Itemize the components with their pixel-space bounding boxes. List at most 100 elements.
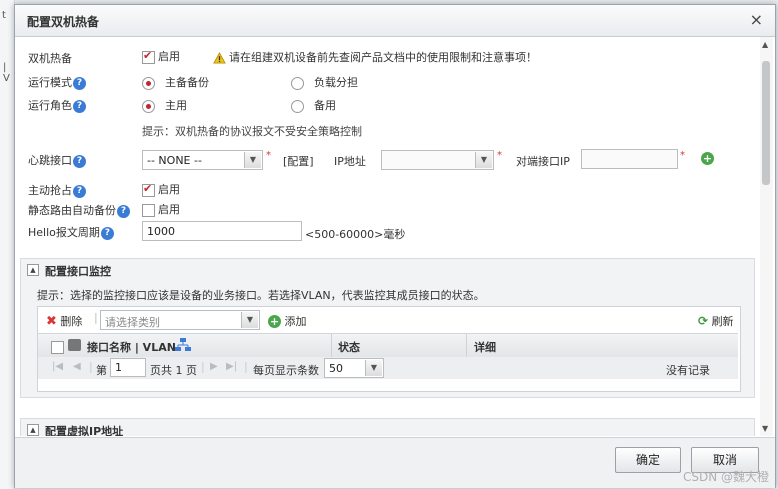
hot-standby-dialog: 配置双机热备 × 双机热备 启用 请在组建双机设备前先查阅产品文档中的使用限制和…: [14, 4, 776, 488]
scroll-thumb[interactable]: [762, 61, 770, 185]
run-mode-label: 运行模式?: [28, 74, 86, 90]
preempt-enable[interactable]: 启用: [142, 181, 180, 197]
delete-button[interactable]: ✖ 删除: [46, 313, 82, 329]
virtual-ip-header[interactable]: ▲ 配置虚拟IP地址: [21, 419, 754, 436]
required-mark: *: [680, 150, 685, 161]
per-page-select[interactable]: 50 ▼: [324, 358, 384, 378]
warning-text: 请在组建双机设备前先查阅产品文档中的使用限制和注意事项！: [229, 51, 537, 64]
run-role-option-master[interactable]: 主用: [142, 97, 187, 113]
next-page-icon[interactable]: ▶: [210, 361, 218, 372]
background-text-mid: | V: [3, 62, 10, 84]
interface-monitor-header[interactable]: ▲ 配置接口监控: [21, 259, 754, 281]
chevron-down-icon[interactable]: ▼: [475, 152, 492, 168]
ip-address-select[interactable]: ▼: [381, 150, 494, 170]
chevron-down-icon[interactable]: ▼: [365, 360, 382, 376]
preempt-checkbox[interactable]: [142, 182, 155, 197]
column-detail[interactable]: 详细: [474, 339, 496, 355]
hot-standby-checkbox[interactable]: [142, 49, 155, 64]
run-role-option-master-label: 主用: [165, 99, 187, 112]
help-icon[interactable]: ?: [73, 184, 86, 198]
chevron-down-icon[interactable]: ▼: [244, 152, 261, 168]
ip-address-label: IP地址: [334, 155, 366, 168]
chevron-down-icon[interactable]: ▼: [241, 312, 258, 328]
run-mode-radio-primary[interactable]: [142, 76, 155, 90]
page-number-input[interactable]: 1: [110, 358, 146, 377]
column-interface-name[interactable]: 接口名称 | VLAN: [87, 339, 176, 355]
last-page-icon[interactable]: ▶|: [226, 361, 237, 372]
security-policy-hint: 提示：双机热备的协议报文不受安全策略控制: [142, 125, 362, 138]
scroll-up-icon[interactable]: ▲: [762, 40, 768, 49]
peer-ip-input[interactable]: [581, 149, 678, 169]
select-all-checkbox[interactable]: [51, 340, 67, 354]
dialog-body: 双机热备 启用 请在组建双机设备前先查阅产品文档中的使用限制和注意事项！ 运行模…: [15, 37, 759, 436]
close-icon[interactable]: ×: [750, 10, 763, 29]
category-select[interactable]: 请选择类别 ▼: [100, 310, 260, 330]
run-role-option-backup[interactable]: 备用: [291, 97, 336, 113]
per-page-label: 每页显示条数: [253, 364, 319, 377]
run-role-radio-master[interactable]: [142, 99, 155, 113]
delete-icon: ✖: [46, 314, 57, 329]
prev-page-icon[interactable]: ◀: [73, 361, 81, 372]
virtual-ip-section: ▲ 配置虚拟IP地址: [20, 418, 755, 436]
hot-standby-enable[interactable]: 启用: [142, 48, 180, 64]
refresh-icon: ⟳: [698, 314, 709, 328]
add-button-label: 添加: [284, 315, 307, 328]
empty-records-text: 没有记录: [666, 364, 710, 377]
hello-period-range: <500-60000>毫秒: [305, 228, 406, 241]
help-icon[interactable]: ?: [73, 99, 86, 113]
category-select-placeholder: 请选择类别: [105, 316, 160, 329]
interface-icon: [68, 339, 81, 351]
page-prefix: 第: [96, 364, 107, 377]
per-page-value: 50: [329, 362, 343, 375]
run-role-label-text: 运行角色: [28, 99, 72, 112]
hello-period-input[interactable]: 1000: [142, 221, 302, 241]
scroll-down-icon[interactable]: ▼: [762, 424, 768, 433]
peer-ip-label: 对端接口IP: [516, 155, 570, 168]
heartbeat-interface-select[interactable]: -- NONE -- ▼: [142, 150, 263, 170]
run-mode-radio-loadshare[interactable]: [291, 76, 304, 90]
run-mode-option-primary[interactable]: 主备备份: [142, 74, 209, 90]
interface-monitor-hint: 提示：选择的监控接口应该是设备的业务接口。若选择VLAN，代表监控其成员接口的状…: [37, 289, 485, 302]
required-mark: *: [497, 150, 502, 161]
heartbeat-interface-value: -- NONE --: [147, 154, 202, 167]
dialog-title: 配置双机热备: [27, 15, 100, 29]
dialog-footer: 确定 取消 CSDN @魏大橙: [15, 437, 775, 488]
preempt-checkbox-label: 启用: [158, 183, 180, 196]
column-divider: [331, 334, 332, 358]
collapse-icon[interactable]: ▲: [27, 424, 39, 436]
heartbeat-config-link[interactable]: [配置]: [283, 153, 314, 169]
add-button[interactable]: + 添加: [268, 313, 307, 329]
add-heartbeat-button[interactable]: +: [701, 152, 714, 165]
column-status[interactable]: 状态: [338, 339, 360, 355]
toolbar-separator: |: [94, 311, 98, 324]
plus-icon: +: [268, 315, 281, 328]
required-mark: *: [266, 150, 271, 161]
run-mode-option-primary-label: 主备备份: [165, 76, 209, 89]
static-route-enable[interactable]: 启用: [142, 201, 180, 217]
first-page-icon[interactable]: |◀: [52, 361, 63, 372]
run-mode-option-loadshare[interactable]: 负载分担: [291, 74, 358, 90]
background-window-edge: t | V: [0, 0, 15, 489]
refresh-button-label: 刷新: [711, 315, 734, 328]
help-icon[interactable]: ?: [73, 154, 86, 168]
hot-standby-checkbox-label: 启用: [158, 50, 180, 63]
help-icon[interactable]: ?: [100, 226, 114, 240]
warning-icon: [213, 52, 226, 64]
help-icon[interactable]: ?: [117, 204, 130, 218]
pager-separator: |: [244, 360, 248, 373]
hot-standby-warning: 请在组建双机设备前先查阅产品文档中的使用限制和注意事项！: [213, 49, 537, 65]
static-route-checkbox[interactable]: [142, 203, 155, 217]
hello-period-label: Hello报文周期?: [28, 224, 114, 240]
static-route-label: 静态路由自动备份?: [28, 202, 130, 218]
run-role-radio-backup[interactable]: [291, 99, 304, 113]
select-all-checkbox-box[interactable]: [51, 340, 64, 354]
vertical-scrollbar[interactable]: ▲ ▼: [760, 37, 773, 436]
background-text-top: t: [2, 10, 6, 21]
refresh-button[interactable]: ⟳ 刷新: [698, 313, 734, 329]
help-icon[interactable]: ?: [73, 76, 86, 90]
watermark: CSDN @魏大橙: [682, 470, 769, 484]
ok-button[interactable]: 确定: [615, 447, 681, 473]
network-icon: [175, 338, 191, 355]
collapse-icon[interactable]: ▲: [27, 264, 39, 276]
grid-toolbar: ✖ 删除 | 请选择类别 ▼ + 添加 ⟳ 刷新: [38, 307, 740, 333]
